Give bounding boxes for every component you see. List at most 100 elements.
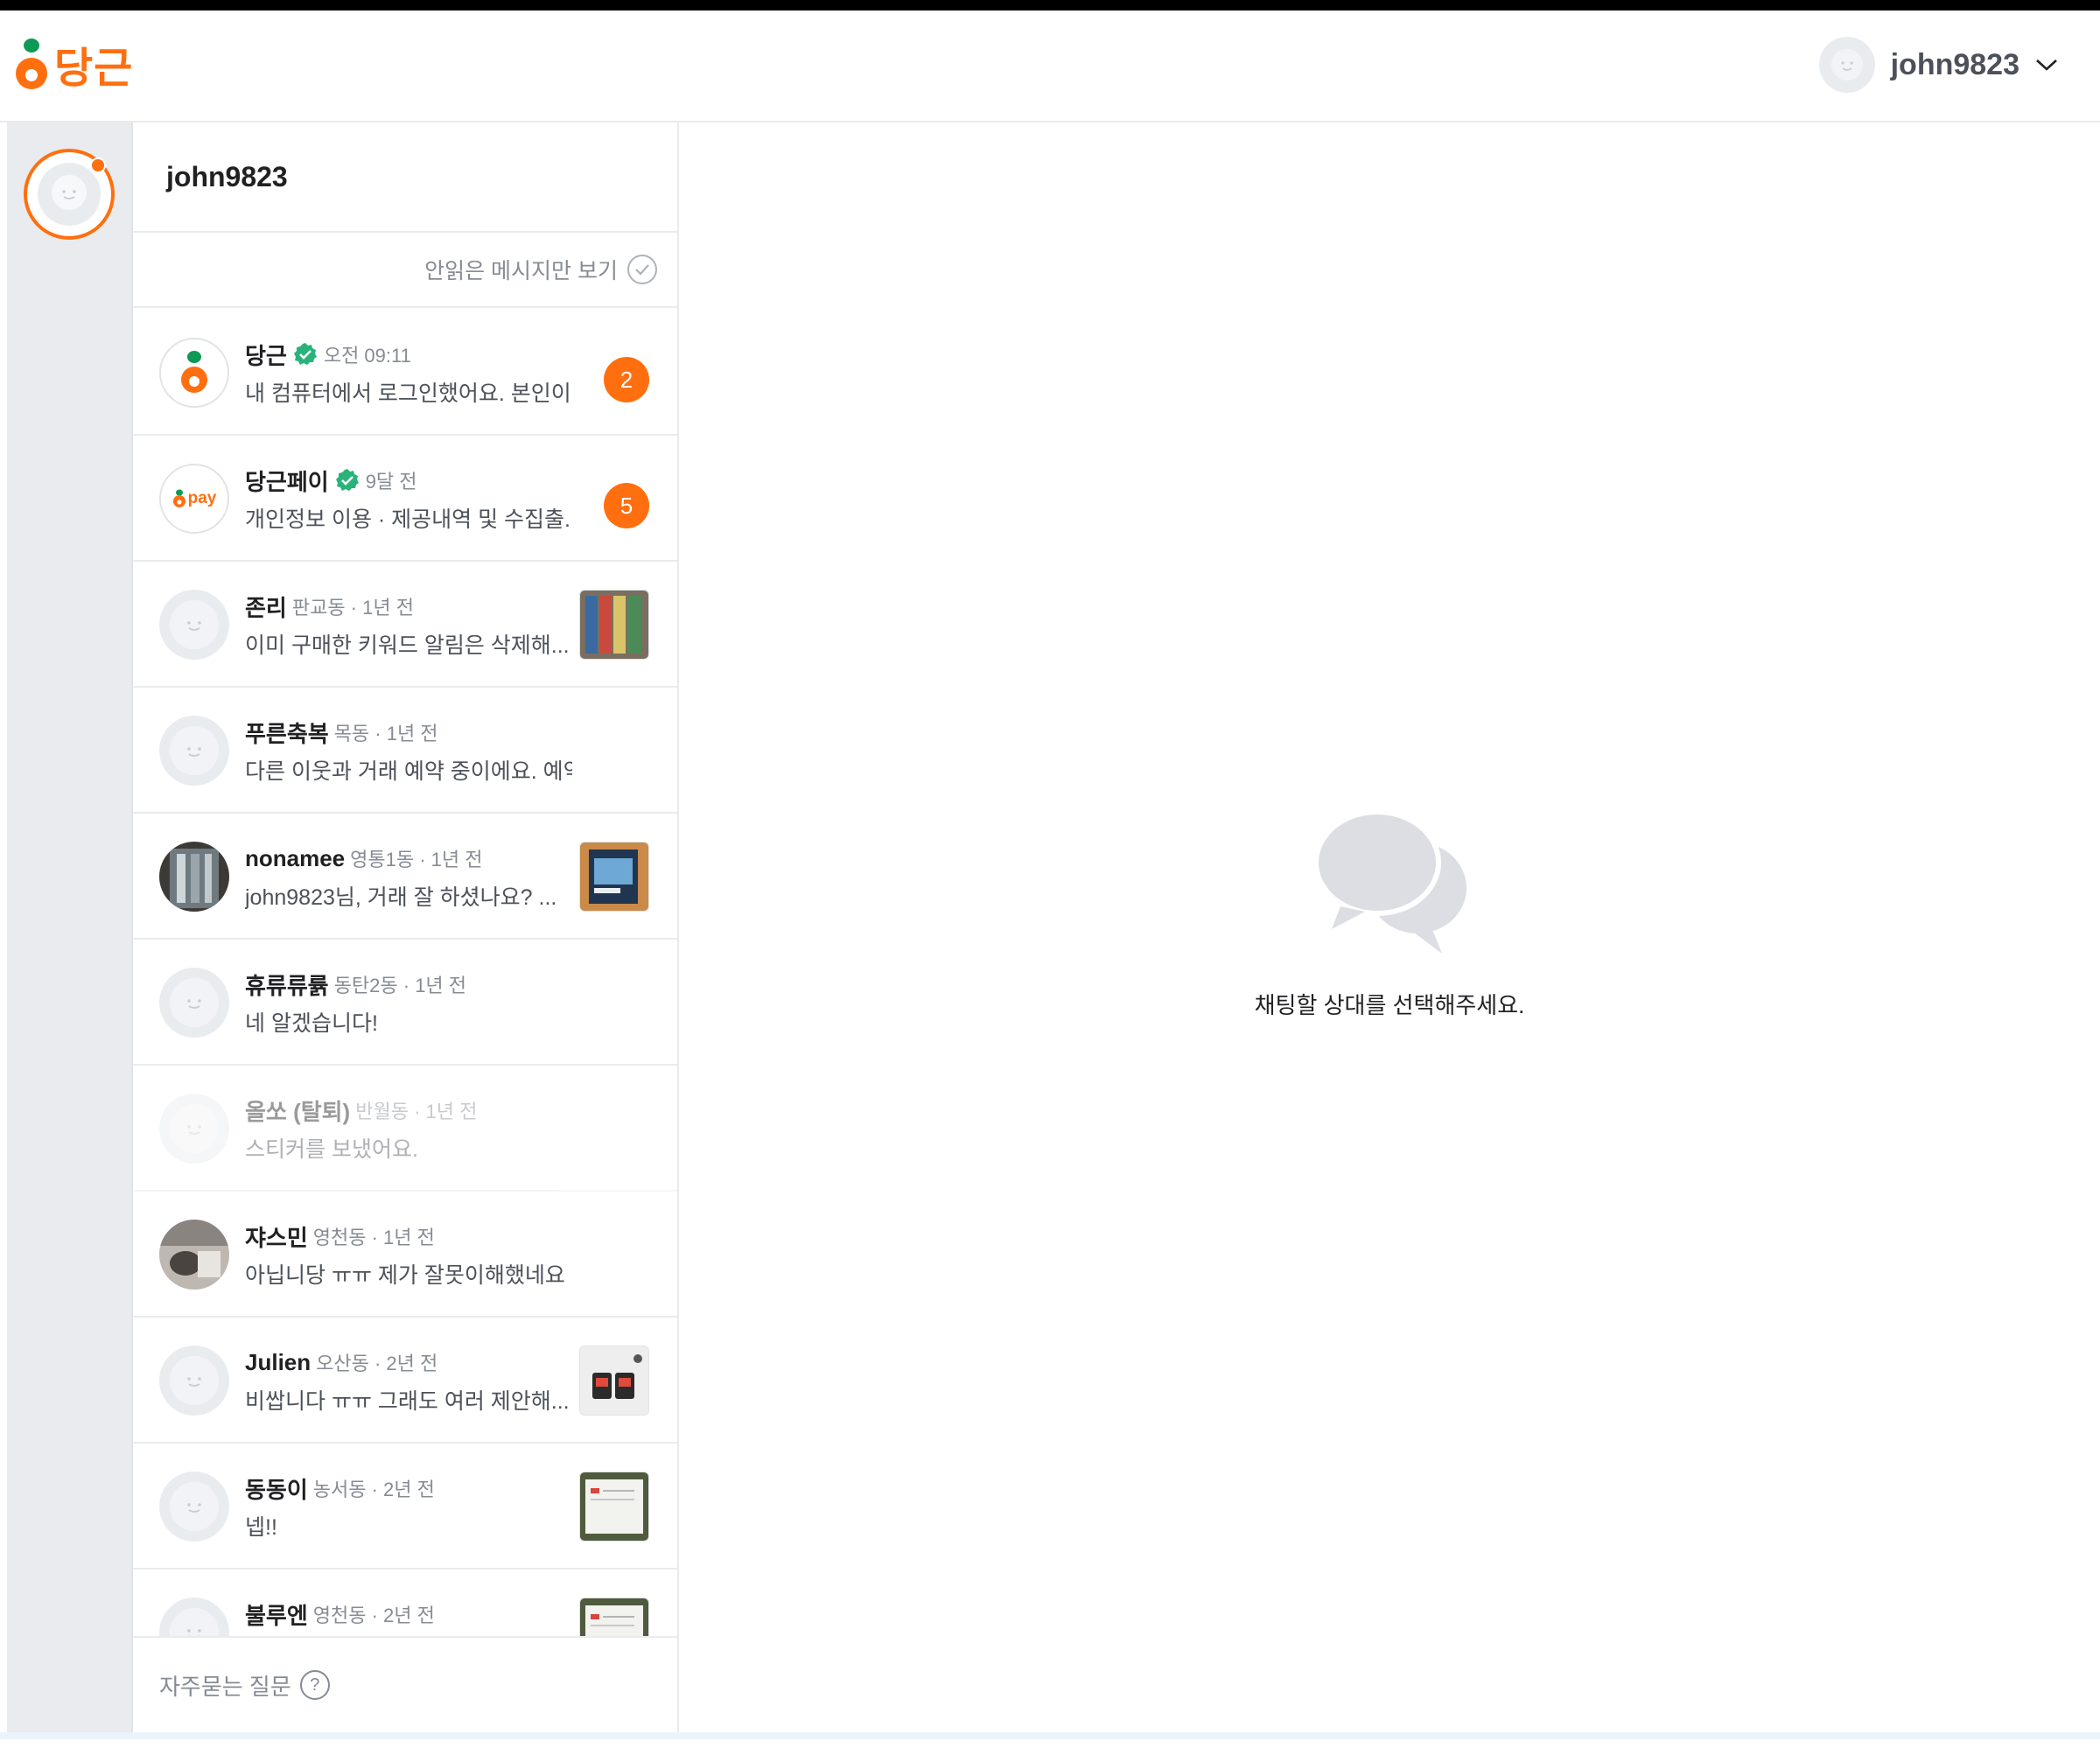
chat-list-item[interactable]: 휴류류륡 동탄2동 · 1년 전네 알겠습니다!	[133, 940, 677, 1066]
chat-last-message: 다른 이웃과 거래 예약 중이에요. 예약이 취소...	[245, 759, 572, 784]
item-thumbnail	[580, 591, 648, 659]
chat-bubbles-icon	[1313, 809, 1466, 954]
chat-body: 쟈스민영천동 · 1년 전아닙니당 ㅠㅠ 제가 잘못이해했네요 좋은 하...	[245, 1221, 572, 1290]
chat-last-message: 스티커를 보냈어요.	[245, 1137, 418, 1162]
chat-avatar	[159, 1094, 229, 1164]
chat-list-item[interactable]: 당근 오전 09:11 내 컴퓨터에서 로그인했어요. 본인이 ... 2	[133, 310, 677, 436]
chat-avatar	[159, 1220, 229, 1290]
default-avatar-icon	[38, 163, 101, 226]
avatar	[1818, 37, 1875, 93]
chat-name: 올쏘 (탈퇴)	[245, 1098, 351, 1125]
chat-meta: 영통1동 · 1년 전	[350, 849, 483, 871]
pay-logo-icon: pay	[172, 488, 216, 509]
verified-badge-icon	[334, 467, 360, 493]
chat-name: 쟈스민	[245, 1224, 308, 1251]
chat-list: 당근 오전 09:11 내 컴퓨터에서 로그인했어요. 본인이 ... 2 pay 당근페…	[133, 310, 677, 1755]
chat-list-title: john9823	[166, 160, 288, 192]
chat-last-message: 비쌉니다 ㅠㅠ 그래도 여러 제안해...	[245, 1389, 570, 1414]
chat-meta: 판교동 · 1년 전	[291, 597, 414, 619]
chat-header-line: 푸른축복 목동 · 1년 전	[245, 717, 572, 747]
window-top-bar	[0, 0, 2100, 10]
chat-name: 당근페이	[245, 468, 329, 495]
chat-avatar	[159, 590, 229, 660]
chat-list-item[interactable]: 존리 판교동 · 1년 전이미 구매한 키워드 알림은 삭제해...	[133, 562, 677, 688]
chat-last-message: 개인정보 이용 · 제공내역 및 수집출...	[245, 507, 572, 532]
chat-avatar	[159, 842, 229, 912]
chat-name: 불루엔	[245, 1602, 308, 1629]
chat-body: 당근페이 9달 전개인정보 이용 · 제공내역 및 수집출...	[245, 465, 572, 534]
unread-filter-toggle[interactable]: 안읽은 메시지만 보기	[133, 233, 677, 308]
chat-last-message: 아닙니당 ㅠㅠ 제가 잘못이해했네요 좋은 하...	[245, 1263, 572, 1288]
chat-meta: 오전 09:11	[323, 345, 411, 367]
chat-avatar: pay	[159, 464, 229, 534]
chat-body: Julien 오산동 · 2년 전비쌉니다 ㅠㅠ 그래도 여러 제안해...	[245, 1347, 572, 1416]
brand-logo[interactable]: 당근	[14, 33, 133, 94]
faq-link[interactable]: 자주묻는 질문 ?	[133, 1636, 677, 1732]
chat-header-line: 존리 판교동 · 1년 전	[245, 591, 572, 621]
chat-header-line: 쟈스민 영천동 · 1년 전	[245, 1221, 572, 1251]
chat-list-item[interactable]: Julien 오산동 · 2년 전비쌉니다 ㅠㅠ 그래도 여러 제안해...	[133, 1318, 677, 1444]
user-menu[interactable]: john9823	[1818, 37, 2058, 93]
chat-body: 동동이 농서동 · 2년 전 넵!!	[245, 1473, 572, 1542]
chat-name: 당근	[245, 342, 287, 369]
chat-list-header: john9823	[133, 122, 677, 233]
empty-state-message: 채팅할 상대를 선택해주세요.	[1254, 992, 1525, 1018]
chat-last-message: 이미 구매한 키워드 알림은 삭제해...	[245, 633, 570, 658]
unread-count-badge: 2	[604, 357, 649, 402]
chat-list-item[interactable]: 올쏘 (탈퇴) 반월동 · 1년 전스티커를 보냈어요.	[133, 1066, 677, 1192]
chat-header-line: 당근페이 9달 전	[245, 465, 572, 495]
carrot-logo-icon	[181, 351, 207, 393]
chat-header-line: Julien 오산동 · 2년 전	[245, 1347, 572, 1377]
chat-list-item[interactable]: 쟈스민영천동 · 1년 전아닙니당 ㅠㅠ 제가 잘못이해했네요 좋은 하...	[133, 1192, 677, 1318]
question-icon: ?	[299, 1670, 330, 1700]
verified-badge-icon	[292, 341, 318, 367]
default-avatar-icon	[170, 726, 219, 775]
chat-list-item[interactable]: 동동이 농서동 · 2년 전 넵!!	[133, 1444, 677, 1570]
faq-label: 자주묻는 질문	[159, 1673, 291, 1700]
default-avatar-icon	[170, 978, 219, 1027]
app-header: 당근 john9823	[0, 10, 2100, 122]
chat-last-message: 넵!!	[245, 1515, 277, 1540]
user-photo	[159, 842, 229, 912]
chat-last-message: 내 컴퓨터에서 로그인했어요. 본인이 ...	[245, 381, 572, 406]
chat-body: 당근 오전 09:11 내 컴퓨터에서 로그인했어요. 본인이 ...	[245, 339, 572, 408]
chat-meta: 농서동 · 2년 전	[312, 1479, 435, 1500]
chat-body: 불루엔 영천동 · 2년 전	[245, 1599, 572, 1636]
chat-name: 존리	[245, 594, 287, 621]
item-thumbnail	[579, 1472, 649, 1542]
item-thumbnail	[579, 1346, 649, 1416]
notification-dot	[90, 157, 106, 173]
chat-header-line: 불루엔 영천동 · 2년 전	[245, 1599, 572, 1629]
chat-meta: 오산동 · 2년 전	[316, 1353, 438, 1374]
chat-meta: 반월동 · 1년 전	[355, 1101, 478, 1122]
chat-avatar	[159, 716, 229, 786]
default-avatar-icon	[170, 1104, 219, 1153]
window-bottom-strip	[0, 1732, 2100, 1739]
chat-avatar	[159, 1346, 229, 1416]
chat-list-item[interactable]: nonamee 영통1동 · 1년 전 john9823님, 거래 잘 하셨나요? …	[133, 814, 677, 940]
default-avatar-icon	[170, 1356, 219, 1405]
unread-count-badge: 5	[604, 483, 649, 528]
chat-avatar	[159, 338, 229, 408]
chat-list-item[interactable]: 푸른축복목동 · 1년 전다른 이웃과 거래 예약 중이에요. 예약이 취소..…	[133, 688, 677, 814]
header-username: john9823	[1890, 47, 2020, 81]
chat-meta: 9달 전	[365, 471, 417, 493]
default-avatar-icon	[1830, 49, 1863, 80]
account-avatar-button[interactable]	[24, 149, 115, 240]
chat-header-line: nonamee 영통1동 · 1년 전	[245, 843, 572, 873]
chat-body: nonamee 영통1동 · 1년 전 john9823님, 거래 잘 하셨나요? …	[245, 843, 572, 912]
chat-meta: 동탄2동 · 1년 전	[333, 975, 467, 996]
brand-name: 당근	[54, 45, 134, 92]
chat-avatar	[159, 968, 229, 1038]
chat-body: 올쏘 (탈퇴) 반월동 · 1년 전스티커를 보냈어요.	[245, 1095, 572, 1164]
chat-header-line: 휴류류륡 동탄2동 · 1년 전	[245, 969, 572, 999]
chat-list-item[interactable]: pay 당근페이 9달 전개인정보 이용 · 제공내역 및 수집출... 5	[133, 436, 677, 562]
chat-name: nonamee	[245, 844, 346, 871]
item-thumbnail	[580, 843, 648, 911]
item-thumbnail	[579, 842, 649, 912]
user-photo	[159, 1220, 229, 1290]
check-circle-icon	[627, 255, 657, 284]
item-thumbnail	[580, 1472, 648, 1541]
item-thumbnail	[579, 590, 649, 660]
chat-name: 푸른축복	[245, 720, 329, 747]
